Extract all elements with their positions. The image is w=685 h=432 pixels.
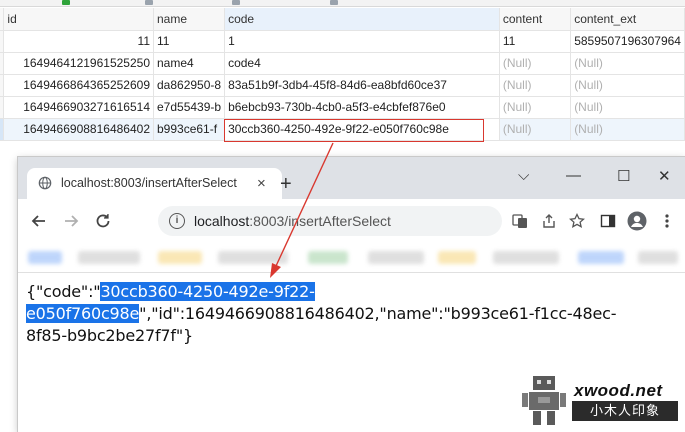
cell-name[interactable]: da862950-8	[153, 74, 226, 97]
close-window-button[interactable]: ✕	[658, 167, 671, 185]
cell-content-ext[interactable]: (Null)	[570, 52, 685, 75]
tab-title: localhost:8003/insertAfterSelect	[61, 176, 237, 190]
screenshot: id name code content content_ext 11 11 1…	[0, 0, 685, 432]
cell-code[interactable]: b6ebcb93-730b-4cb0-a5f3-e4cbfef876e0	[224, 96, 500, 119]
url-path: :8003/insertAfterSelect	[249, 213, 391, 229]
cell-code[interactable]: 1	[224, 30, 500, 53]
browser-tab[interactable]: localhost:8003/insertAfterSelect ×	[27, 168, 282, 199]
forward-arrow-icon[interactable]	[62, 212, 80, 230]
translate-icon[interactable]	[512, 213, 528, 229]
cell-id[interactable]: 11	[3, 30, 154, 53]
address-bar[interactable]: i localhost:8003/insertAfterSelect	[158, 206, 502, 236]
cell-content[interactable]: 11	[499, 30, 572, 53]
bookmark-item[interactable]	[28, 251, 62, 264]
table-row[interactable]: 1649466864365252609 da862950-8 83a51b9f-…	[0, 74, 685, 97]
profile-avatar-icon[interactable]	[627, 211, 647, 231]
table-row[interactable]: 1649466903271616514 e7d55439-b b6ebcb93-…	[0, 96, 685, 119]
toolbar-icon[interactable]	[145, 0, 153, 5]
cell-content[interactable]: (Null)	[499, 118, 572, 141]
cell-content-ext[interactable]: (Null)	[570, 118, 685, 141]
table-row[interactable]: 1649464121961525250 name4 code4 (Null) (…	[0, 52, 685, 75]
cell-content-ext[interactable]: (Null)	[570, 74, 685, 97]
watermark-site-text: xwood.net	[574, 381, 663, 400]
cell-name[interactable]: name4	[153, 52, 226, 75]
bookmark-item[interactable]	[638, 251, 678, 264]
json-prefix: {"code":"	[26, 282, 101, 301]
side-panel-icon[interactable]	[600, 213, 616, 229]
tab-strip: localhost:8003/insertAfterSelect × + ⌵ —…	[18, 157, 685, 199]
cell-content[interactable]: (Null)	[499, 52, 572, 75]
column-header-name[interactable]: name	[153, 8, 226, 31]
url-host: localhost	[194, 213, 250, 229]
column-header-id[interactable]: id	[3, 8, 154, 31]
column-header-content[interactable]: content	[499, 8, 572, 31]
reload-icon[interactable]	[94, 212, 112, 230]
site-info-icon[interactable]: i	[169, 213, 185, 229]
db-result-grid: id name code content content_ext 11 11 1…	[0, 0, 685, 150]
new-tab-button[interactable]: +	[280, 174, 292, 194]
cell-name[interactable]: b993ce61-f	[153, 118, 226, 141]
grid-toolbar	[0, 0, 685, 7]
table-row[interactable]: 11 11 1 11 5859507196307964	[0, 30, 685, 53]
cell-content[interactable]: (Null)	[499, 96, 572, 119]
cell-name[interactable]: 11	[153, 30, 226, 53]
bookmark-star-icon[interactable]	[569, 213, 585, 229]
column-header-code[interactable]: code	[224, 8, 500, 31]
run-icon[interactable]	[62, 0, 70, 5]
bookmark-item[interactable]	[493, 251, 559, 264]
bookmark-item[interactable]	[438, 251, 476, 264]
cell-id[interactable]: 1649466903271616514	[3, 96, 154, 119]
maximize-button[interactable]: ☐	[617, 167, 630, 185]
globe-icon	[38, 176, 52, 190]
navigation-bar: i localhost:8003/insertAfterSelect	[18, 199, 685, 243]
tab-search-chevron-icon[interactable]: ⌵	[518, 167, 529, 184]
bookmark-item[interactable]	[308, 251, 348, 264]
watermark-cn-text: 小木人印象	[572, 401, 678, 421]
bookmark-item[interactable]	[158, 251, 202, 264]
cell-code[interactable]: 83a51b9f-3db4-45f8-84d6-ea8bfd60ce37	[224, 74, 500, 97]
json-response-text: {"code":"30ccb360-4250-492e-9f22-e050f76…	[26, 281, 646, 347]
cell-id[interactable]: 1649464121961525250	[3, 52, 154, 75]
toolbar-icon[interactable]	[330, 0, 338, 5]
table-header-row: id name code content content_ext	[0, 8, 685, 31]
annotation-highlight-box	[224, 119, 484, 142]
cell-id[interactable]: 1649466864365252609	[3, 74, 154, 97]
cell-content-ext[interactable]: (Null)	[570, 96, 685, 119]
robot-logo-icon	[522, 376, 566, 425]
bookmarks-bar-blurred	[18, 243, 685, 273]
minimize-button[interactable]: —	[566, 167, 581, 184]
bookmark-item[interactable]	[78, 251, 140, 264]
cell-content-ext[interactable]: 5859507196307964	[570, 30, 685, 53]
cell-content[interactable]: (Null)	[499, 74, 572, 97]
bookmark-item[interactable]	[578, 251, 624, 264]
cell-code[interactable]: code4	[224, 52, 500, 75]
toolbar-icon[interactable]	[232, 0, 240, 5]
cell-id[interactable]: 1649466908816486402	[3, 118, 154, 141]
share-icon[interactable]	[541, 213, 557, 229]
bookmark-item[interactable]	[218, 251, 288, 264]
cell-name[interactable]: e7d55439-b	[153, 96, 226, 119]
back-arrow-icon[interactable]	[30, 212, 48, 230]
bookmark-item[interactable]	[368, 251, 424, 264]
watermark: xwood.net 小木人印象	[519, 373, 681, 429]
more-menu-icon[interactable]	[659, 213, 675, 229]
tab-close-icon[interactable]: ×	[257, 175, 266, 192]
url-text[interactable]: localhost:8003/insertAfterSelect	[194, 213, 391, 229]
column-header-content-ext[interactable]: content_ext	[570, 8, 685, 31]
